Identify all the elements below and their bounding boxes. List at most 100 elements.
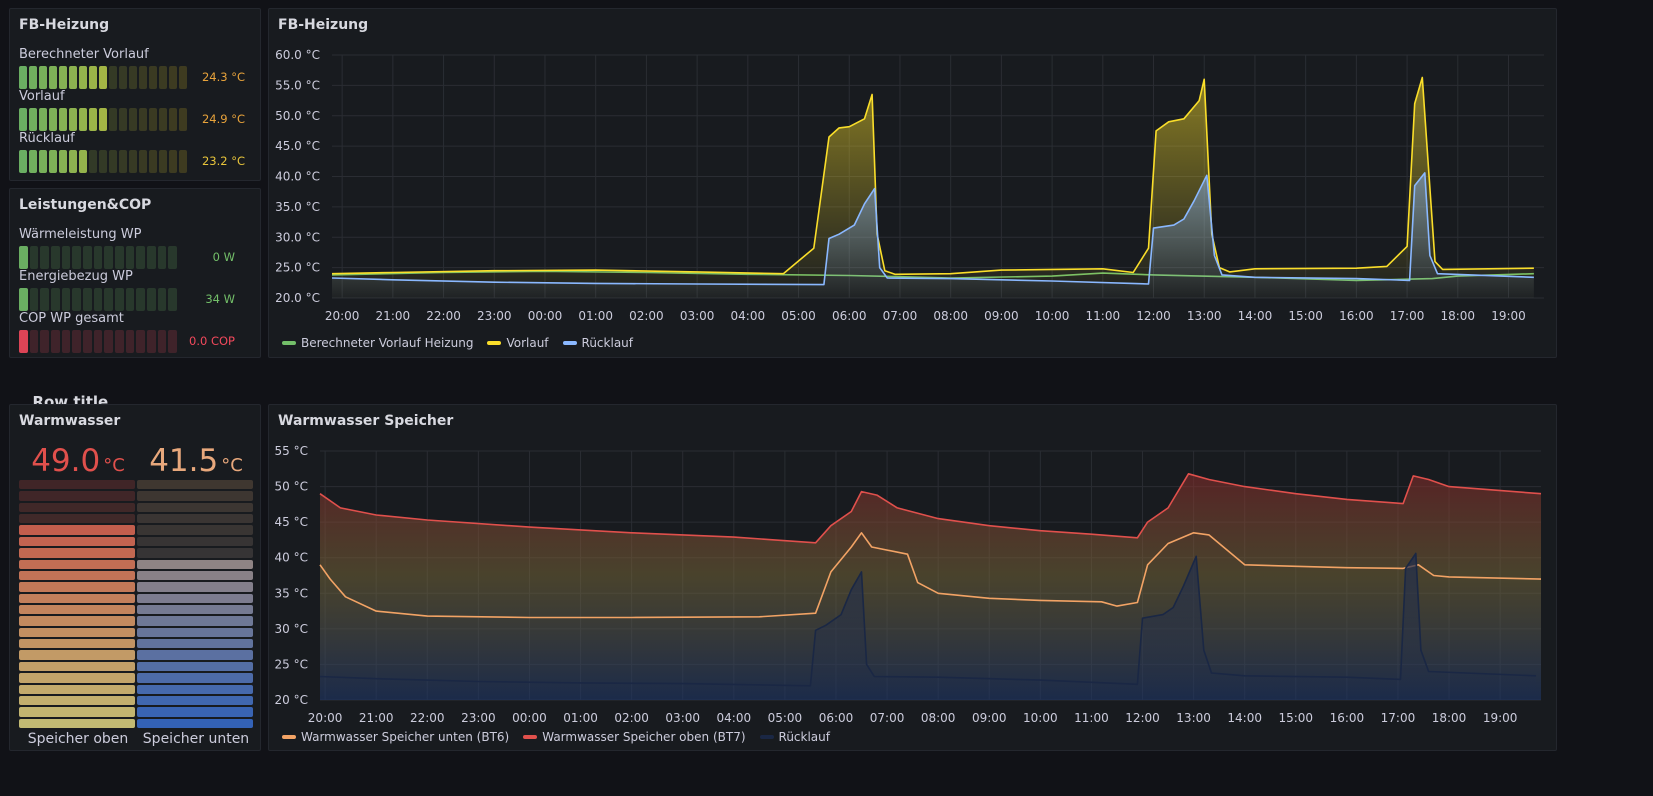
gauge-cell [159,66,167,89]
x-tick-label: 01:00 [563,711,598,725]
gauge-cell [99,66,107,89]
gauge-cell [115,330,124,353]
bar-gauge [19,330,177,353]
x-tick-label: 08:00 [933,309,968,323]
x-tick-label: 14:00 [1227,711,1262,725]
warmwasser-speicher-chart-panel: Warmwasser Speicher 20 °C 25 °C 30 °C 35 °C… [268,404,1557,751]
area-fill [320,473,1541,700]
gauge-cell [89,108,97,131]
legend-item[interactable]: Berechneter Vorlauf Heizung [282,336,473,350]
gauge-cell [136,288,145,311]
gauge-value: 0.0 COP [189,334,235,348]
gauge-cell [99,150,107,173]
warmwasser-speicher-chart[interactable]: 20 °C 25 °C 30 °C 35 °C 40 °C 45 °C 50 °C 55 °C… [269,405,1558,752]
gauge-cell [72,246,81,269]
gauge-cell [19,548,135,558]
gauge-cell [129,150,137,173]
x-tick-label: 23:00 [461,711,496,725]
gauge-cell [51,246,60,269]
x-tick-label: 17:00 [1390,309,1425,323]
gauge-cell [139,150,147,173]
legend-label: Vorlauf [506,336,549,350]
gauge-label: Energiebezug WP [19,269,133,284]
gauge-cell [137,627,253,638]
x-tick-label: 19:00 [1491,309,1526,323]
legend-swatch [487,341,502,345]
gauge-label: Rücklauf [19,131,75,146]
gauge-cell [149,108,157,131]
gauge-cell [93,330,103,353]
legend-item[interactable]: Warmwasser Speicher oben (BT7) [523,730,746,744]
gauge-value: 34 W [205,292,235,306]
gauge-value: 24.3 °C [201,70,245,84]
gauge-cell [139,108,147,131]
gauge-cell [147,288,156,311]
series-line[interactable] [331,76,1534,276]
series-fill [332,77,1534,298]
gauge-cell [29,330,39,353]
gauge-cell [129,66,137,89]
gauge-cell [69,108,77,131]
gauge-cell [19,108,27,131]
legend-label: Berechneter Vorlauf Heizung [301,336,474,350]
speicher-oben-label: Speicher oben [27,731,129,747]
gauge-cell [19,616,135,626]
gauge-cell [137,559,253,569]
gauge-cell [29,108,37,131]
gauge-cell [137,695,253,706]
y-tick-label: 55 °C [275,444,308,458]
legend-label: Warmwasser Speicher oben (BT7) [542,730,746,744]
gauge-cell [19,288,28,311]
y-tick-label: 25.0 °C [275,261,320,275]
x-tick-label: 10:00 [1023,711,1058,725]
gauge-cell [39,108,47,131]
gauge-cell [51,330,60,353]
gauge-cell [159,150,167,173]
gauge-cell [69,150,77,173]
x-tick-label: 05:00 [768,711,803,725]
gauge-cell [157,330,167,353]
gauge-cell [19,718,135,728]
gauge-cell [49,108,57,131]
gauge-cell [137,673,253,683]
gauge-cell [136,330,145,353]
gauge-cell [169,108,177,131]
gauge-cell [159,108,167,131]
gauge-cell [179,108,187,131]
gauge-cell [19,514,135,524]
panel-title: Leistungen&COP [19,197,152,213]
gauge-cell [49,66,57,89]
gauge-cell [137,491,253,501]
gauge-cell [39,150,47,173]
gauge-cell [147,246,156,269]
gauge-cell [109,108,117,131]
y-tick-label: 40 °C [275,551,308,565]
gauge-cell [40,288,49,311]
legend-item[interactable]: Warmwasser Speicher unten (BT6) [282,730,509,744]
legend-item[interactable]: Rücklauf [562,336,633,350]
gauge-cell [19,605,135,615]
gauge-cell [137,718,253,728]
bar-gauge [19,108,187,131]
legend-item[interactable]: Vorlauf [487,336,549,350]
x-tick-label: 08:00 [921,711,956,725]
gauge-cell [51,288,60,311]
gauge-cell [19,707,135,717]
legend-item[interactable]: Rücklauf [759,730,830,744]
gauge-cell [19,684,135,694]
x-tick-label: 15:00 [1288,309,1323,323]
y-tick-label: 30 °C [275,622,308,636]
x-tick-label: 22:00 [426,309,461,323]
x-tick-label: 09:00 [984,309,1019,323]
fb-heizung-chart[interactable]: 20.0 °C 25.0 °C 30.0 °C 35.0 °C 40.0 °C 45.0 … [269,9,1558,359]
gauge-cell [157,288,167,311]
y-tick-label: 50 °C [275,480,308,494]
gauge-cell [79,108,87,131]
gauge-cell [61,288,71,311]
x-tick-label: 02:00 [614,711,649,725]
gauge-cell [119,108,127,131]
gauge-cell [169,150,177,173]
bar-gauge [19,288,177,311]
gauge-cell [59,66,67,89]
gauge-cell [104,330,113,353]
